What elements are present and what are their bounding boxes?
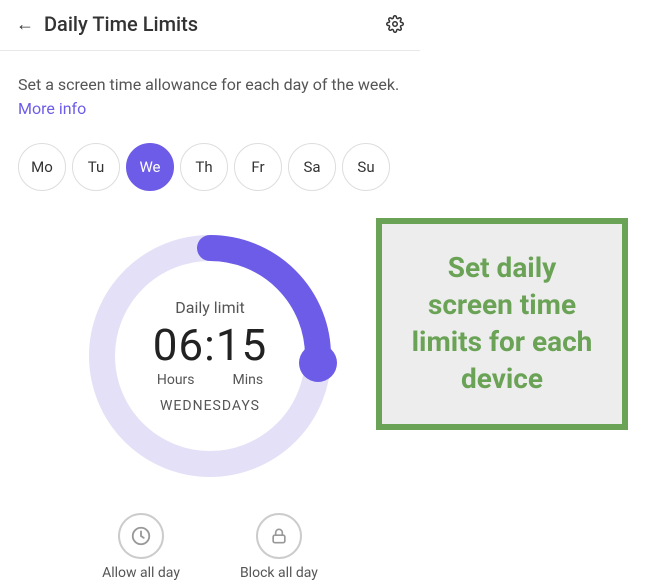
- callout-text: Set daily screen time limits for each de…: [402, 250, 602, 398]
- time-limit-gauge[interactable]: Daily limit 06:15 Hours Mins WEDNESDAYS: [75, 221, 345, 491]
- settings-gear-icon[interactable]: [386, 15, 404, 33]
- block-all-day-button[interactable]: Block all day: [240, 513, 318, 581]
- clock-icon: [118, 513, 164, 559]
- day-tab-we[interactable]: We: [126, 143, 174, 191]
- annotation-callout: Set daily screen time limits for each de…: [376, 218, 628, 430]
- day-tabs: MoTuWeThFrSaSu: [18, 143, 402, 191]
- description: Set a screen time allowance for each day…: [18, 73, 402, 121]
- main-content: Set a screen time allowance for each day…: [0, 51, 420, 581]
- back-arrow-icon[interactable]: ←: [16, 14, 34, 35]
- day-tab-mo[interactable]: Mo: [18, 143, 66, 191]
- day-tab-tu[interactable]: Tu: [72, 143, 120, 191]
- allow-label: Allow all day: [102, 565, 180, 581]
- more-info-link[interactable]: More info: [18, 99, 86, 118]
- day-tab-su[interactable]: Su: [342, 143, 390, 191]
- gauge-drag-handle[interactable]: [299, 344, 337, 382]
- allow-all-day-button[interactable]: Allow all day: [102, 513, 180, 581]
- description-text: Set a screen time allowance for each day…: [18, 75, 399, 94]
- day-tab-th[interactable]: Th: [180, 143, 228, 191]
- day-tab-sa[interactable]: Sa: [288, 143, 336, 191]
- bottom-actions: Allow all day Block all day: [18, 513, 402, 581]
- day-tab-fr[interactable]: Fr: [234, 143, 282, 191]
- header: ← Daily Time Limits: [0, 0, 420, 51]
- block-label: Block all day: [240, 565, 318, 581]
- page-title: Daily Time Limits: [44, 12, 386, 36]
- lock-icon: [256, 513, 302, 559]
